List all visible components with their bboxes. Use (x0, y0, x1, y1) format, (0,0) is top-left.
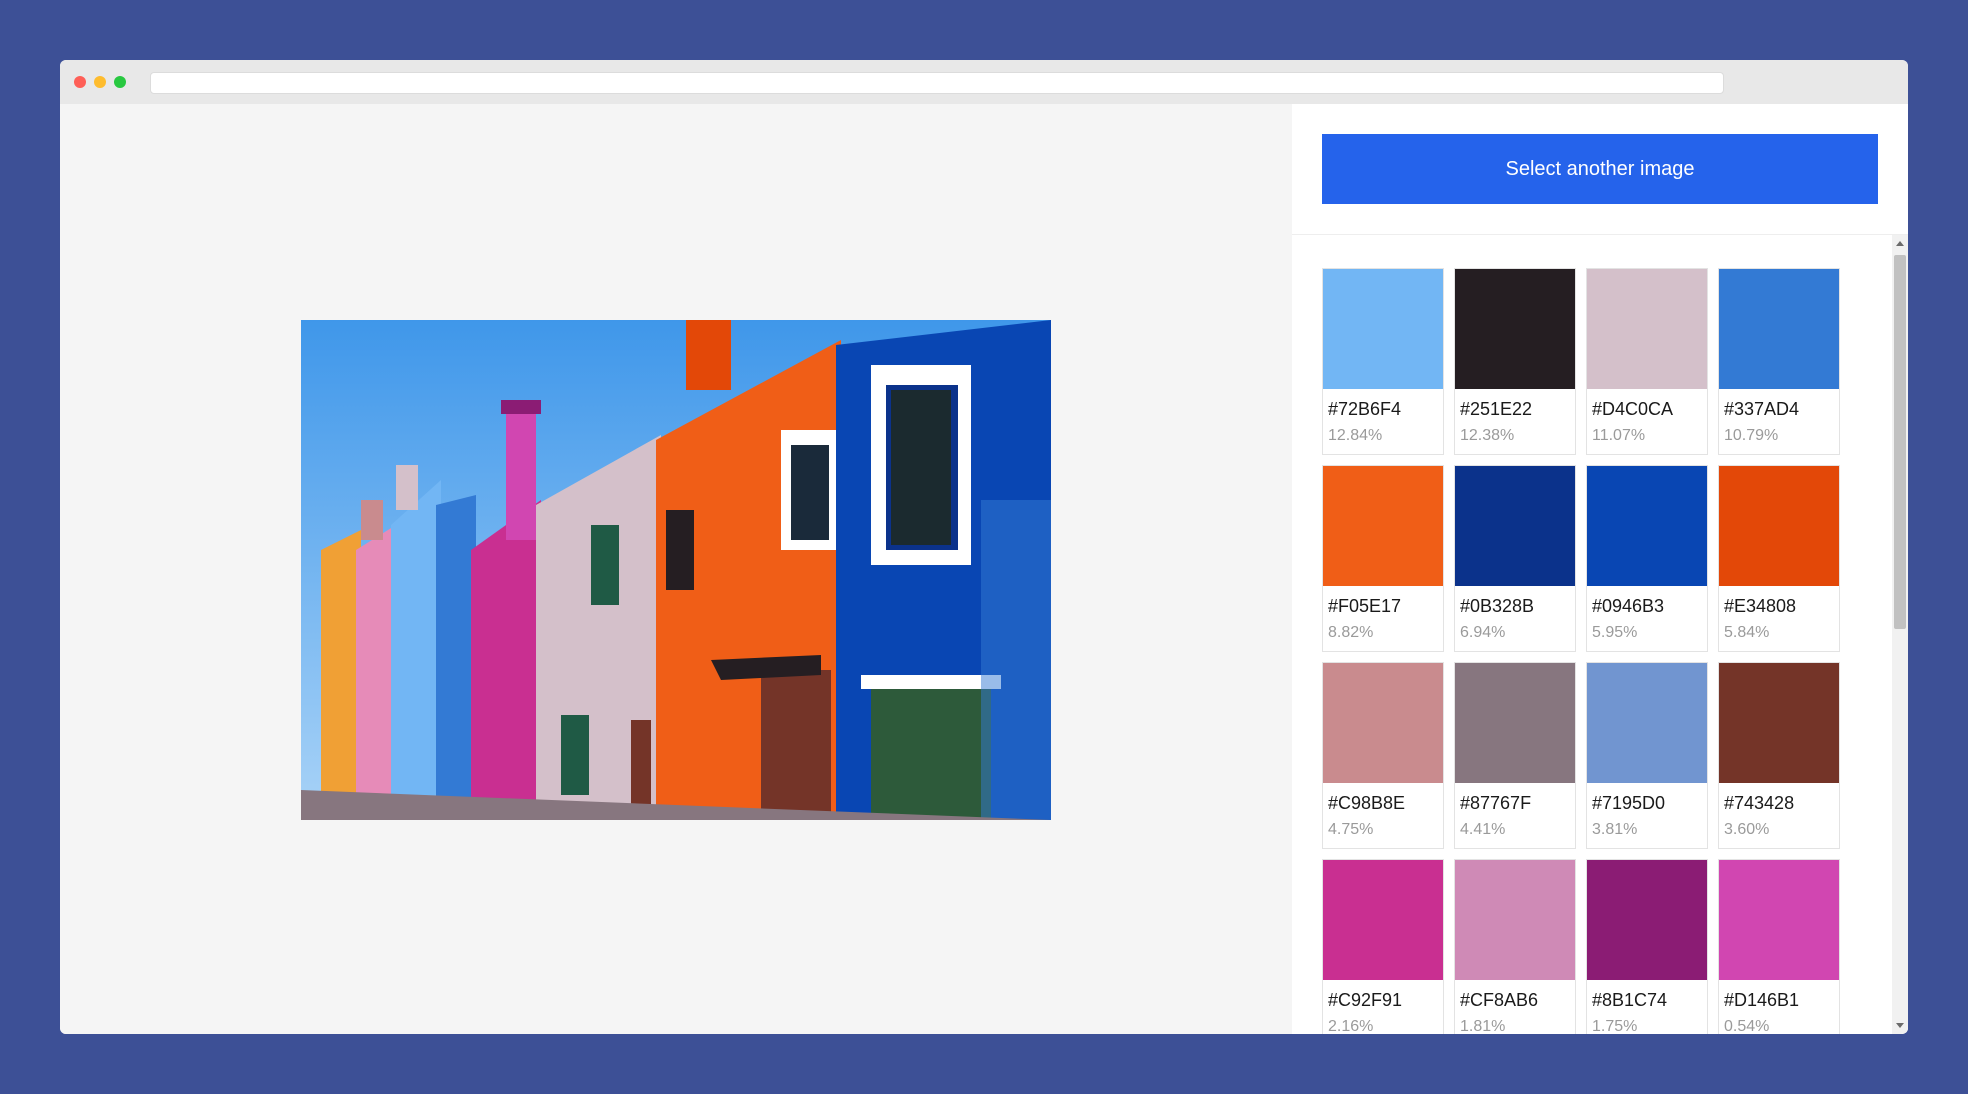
color-percent-label: 5.84% (1724, 624, 1770, 641)
uploaded-photo (301, 320, 1051, 820)
color-hex-label: #F05E17 (1328, 596, 1402, 616)
color-swatch (1323, 466, 1443, 586)
color-swatch (1323, 269, 1443, 389)
color-percent-label: 12.38% (1460, 427, 1515, 444)
color-swatch-card[interactable]: #D146B1 0.54% (1718, 859, 1840, 1034)
color-hex-label: #E34808 (1724, 596, 1797, 616)
color-hex-label: #D4C0CA (1592, 399, 1674, 419)
color-swatch-card[interactable]: #337AD4 10.79% (1718, 268, 1840, 455)
color-percent-label: 8.82% (1328, 624, 1374, 641)
color-swatch (1719, 269, 1839, 389)
color-percent-label: 3.60% (1724, 821, 1770, 838)
color-swatch-card[interactable]: #E34808 5.84% (1718, 465, 1840, 652)
scroll-up-icon[interactable] (1896, 241, 1904, 246)
image-preview-pane (60, 104, 1292, 1034)
color-swatch (1455, 663, 1575, 783)
color-percent-label: 1.75% (1592, 1018, 1638, 1034)
color-hex-label: #C98B8E (1328, 793, 1406, 813)
color-swatch (1719, 466, 1839, 586)
color-percent-label: 1.81% (1460, 1018, 1506, 1034)
color-percent-label: 0.54% (1724, 1018, 1770, 1034)
color-hex-label: #0946B3 (1592, 596, 1665, 616)
select-another-image-button[interactable]: Select another image (1322, 134, 1878, 204)
color-percent-label: 11.07% (1592, 427, 1646, 444)
color-swatch-card[interactable]: #7195D0 3.81% (1586, 662, 1708, 849)
color-swatch-card[interactable]: #C92F91 2.16% (1322, 859, 1444, 1034)
color-swatch-card[interactable]: #743428 3.60% (1718, 662, 1840, 849)
color-swatch-card[interactable]: #C98B8E 4.75% (1322, 662, 1444, 849)
color-swatch-card[interactable]: #87767F 4.41% (1454, 662, 1576, 849)
color-hex-label: #72B6F4 (1328, 399, 1402, 419)
color-hex-label: #D146B1 (1724, 990, 1800, 1010)
color-swatch (1455, 466, 1575, 586)
color-percent-label: 4.75% (1328, 821, 1374, 838)
color-swatch (1587, 269, 1707, 389)
color-hex-label: #251E22 (1460, 399, 1533, 419)
color-percent-label: 6.94% (1460, 624, 1506, 641)
color-percent-label: 3.81% (1592, 821, 1638, 838)
color-swatch-card[interactable]: #8B1C74 1.75% (1586, 859, 1708, 1034)
colorful-houses-photo (301, 320, 1051, 820)
color-hex-label: #7195D0 (1592, 793, 1666, 813)
color-swatch (1587, 466, 1707, 586)
color-swatch (1323, 663, 1443, 783)
color-swatch (1719, 860, 1839, 980)
color-hex-label: #0B328B (1460, 596, 1535, 616)
color-percent-label: 2.16% (1328, 1018, 1374, 1034)
address-bar[interactable] (150, 72, 1724, 94)
color-hex-label: #CF8AB6 (1460, 990, 1539, 1010)
color-percent-label: 12.84% (1328, 427, 1383, 444)
color-swatch-card[interactable]: #72B6F4 12.84% (1322, 268, 1444, 455)
scroll-thumb[interactable] (1894, 255, 1906, 629)
title-bar (60, 60, 1908, 104)
color-swatch-card[interactable]: #F05E17 8.82% (1322, 465, 1444, 652)
color-percent-label: 10.79% (1724, 427, 1779, 444)
color-swatch-card[interactable]: #251E22 12.38% (1454, 268, 1576, 455)
color-swatch (1323, 860, 1443, 980)
maximize-window-icon[interactable] (114, 76, 126, 88)
palette-sidebar: Select another image #72B6F4 12.84% #251E2… (1292, 104, 1908, 1034)
color-hex-label: #C92F91 (1328, 990, 1403, 1010)
scrollbar[interactable] (1892, 235, 1908, 1034)
minimize-window-icon[interactable] (94, 76, 106, 88)
color-swatch-card[interactable]: #CF8AB6 1.81% (1454, 859, 1576, 1034)
color-swatch-card[interactable]: #D4C0CA 11.07% (1586, 268, 1708, 455)
color-swatch (1587, 663, 1707, 783)
color-swatch-card[interactable]: #0946B3 5.95% (1586, 465, 1708, 652)
close-window-icon[interactable] (74, 76, 86, 88)
color-percent-label: 5.95% (1592, 624, 1638, 641)
color-hex-label: #8B1C74 (1592, 990, 1668, 1010)
color-hex-label: #87767F (1460, 793, 1532, 813)
browser-window: Select another image #72B6F4 12.84% #251E2… (60, 60, 1908, 1034)
palette-scroll-area[interactable]: #72B6F4 12.84% #251E22 12.38% #D4C0CA 11.07% #… (1292, 235, 1908, 1034)
color-hex-label: #337AD4 (1724, 399, 1800, 419)
color-swatch (1455, 269, 1575, 389)
color-swatch (1455, 860, 1575, 980)
palette-grid: #72B6F4 12.84% #251E22 12.38% #D4C0CA 11.07% #… (1322, 268, 1842, 1034)
color-swatch-card[interactable]: #0B328B 6.94% (1454, 465, 1576, 652)
color-swatch (1719, 663, 1839, 783)
scroll-down-icon[interactable] (1896, 1023, 1904, 1028)
color-swatch (1587, 860, 1707, 980)
color-hex-label: #743428 (1724, 793, 1795, 813)
color-percent-label: 4.41% (1460, 821, 1506, 838)
